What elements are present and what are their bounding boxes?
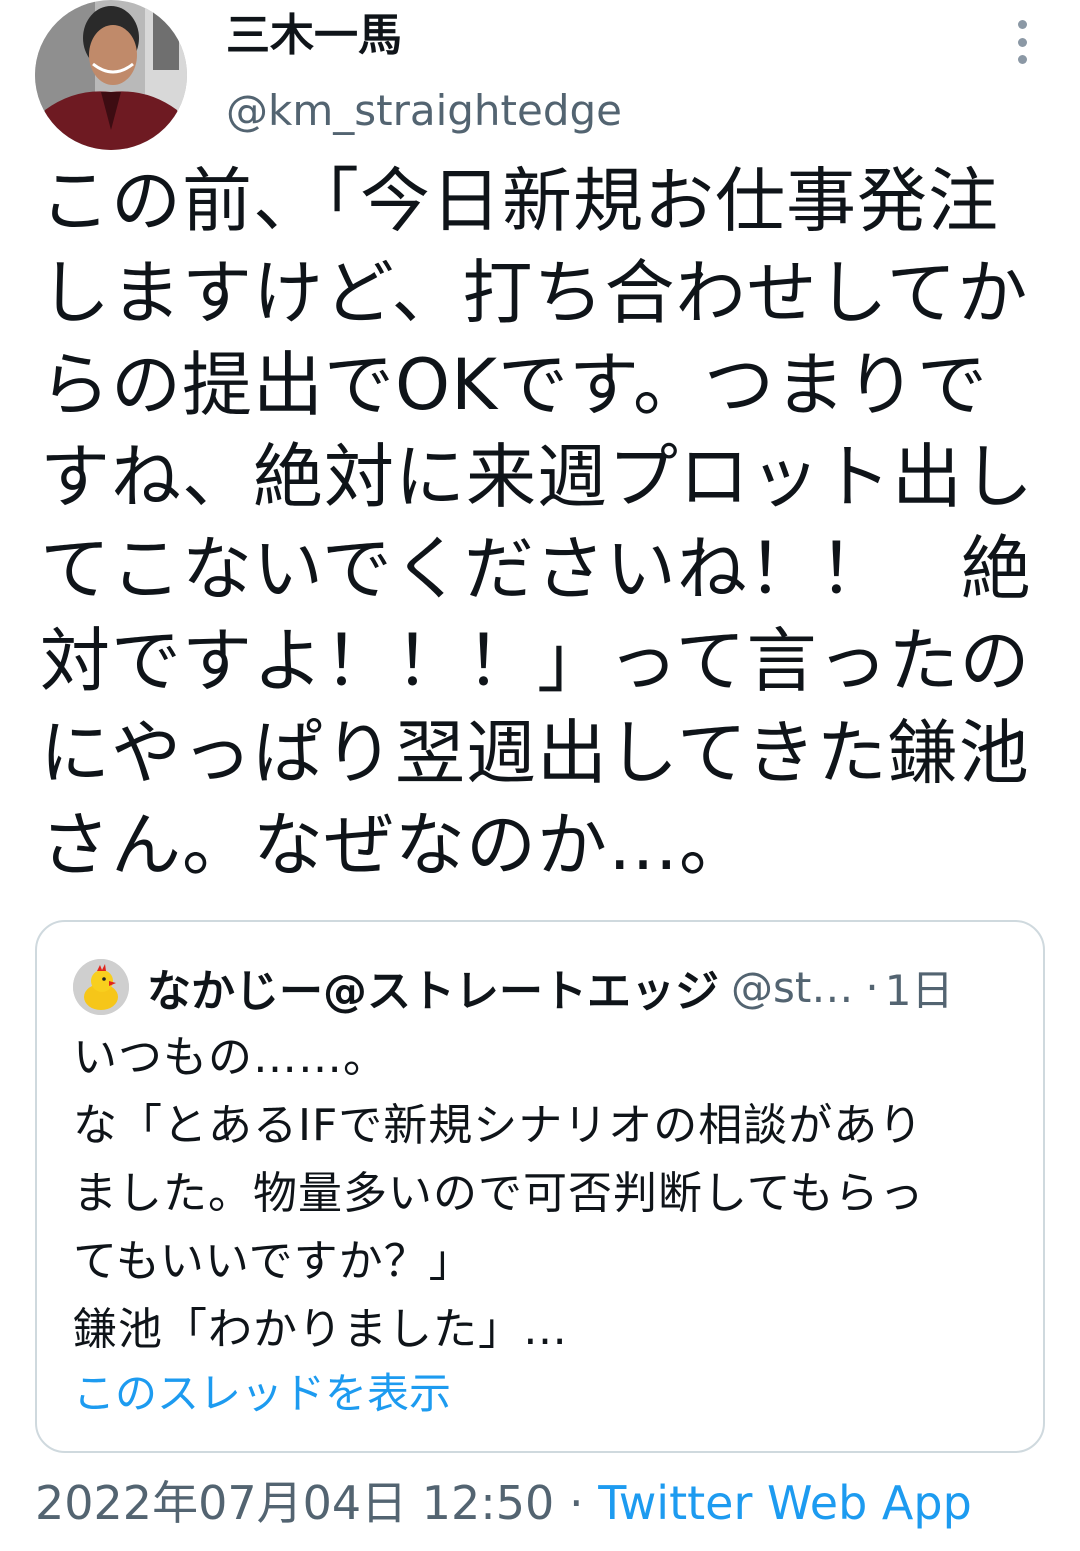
tweet-text-line: らの提出でOKです。つまりで bbox=[40, 344, 989, 426]
author-display-name[interactable]: 三木一馬 bbox=[226, 8, 402, 64]
tweet-text: この前、「今日新規お仕事発注 しますけど、打ち合わせしてか らの提出でOKです。… bbox=[40, 155, 1050, 891]
quoted-text-line: ました。物量多いので可否判断してもらっ bbox=[73, 1168, 925, 1219]
quoted-text-line: な「とあるIFで新規シナリオの相談があり bbox=[73, 1100, 924, 1151]
tweet-text-line: にやっぱり翌週出してきた鎌池 bbox=[40, 712, 1030, 794]
quoted-author-handle[interactable]: @st… bbox=[731, 963, 853, 1012]
more-dot bbox=[1017, 55, 1027, 64]
quoted-tweet-text: いつもの……。 な「とあるIFで新規シナリオの相談があり ました。物量多いので可… bbox=[73, 1024, 1023, 1364]
show-thread-link[interactable]: このスレッドを表示 bbox=[73, 1362, 451, 1426]
tweet-source-link[interactable]: Twitter Web App bbox=[598, 1476, 972, 1530]
tweet-text-line: すね、絶対に来週プロット出し bbox=[40, 436, 1034, 518]
quoted-text-line: てもいいですか？」 bbox=[73, 1236, 474, 1287]
tweet-text-line: この前、「今日新規お仕事発注 bbox=[40, 160, 999, 242]
quoted-tweet-header: なかじー@ストレートエッジ @st… · 1日 bbox=[73, 956, 1019, 1018]
quoted-author-display-name[interactable]: なかじー@ストレートエッジ bbox=[147, 955, 719, 1019]
quoted-header-separator: · bbox=[865, 962, 879, 1012]
tweet-text-line: しますけど、打ち合わせしてか bbox=[40, 252, 1029, 334]
tweet-text-line: さん。なぜなのか…。 bbox=[40, 804, 750, 886]
tweet-text-line: てこないでくださいね！！ 絶 bbox=[40, 528, 1032, 610]
tweet-metadata: 2022年07月04日 12:50 · Twitter Web App bbox=[35, 1472, 972, 1534]
author-avatar[interactable] bbox=[35, 0, 187, 150]
tweet-detail-page: 三木一馬 @km_straightedge この前、「今日新規お仕事発注 します… bbox=[0, 0, 1080, 1551]
quoted-text-line: 鎌池「わかりました」… bbox=[73, 1304, 568, 1355]
tweet-timestamp[interactable]: 2022年07月04日 12:50 bbox=[35, 1476, 554, 1530]
profile-photo bbox=[35, 0, 187, 150]
more-dot bbox=[1017, 37, 1027, 47]
more-dot bbox=[1017, 20, 1027, 29]
chick-toy-avatar bbox=[73, 959, 129, 1015]
tweet-text-line: 対ですよ！！！」って言ったの bbox=[40, 620, 1031, 702]
quoted-author-avatar[interactable] bbox=[73, 959, 129, 1015]
quoted-tweet-card[interactable]: なかじー@ストレートエッジ @st… · 1日 いつもの……。 な「とあるIFで… bbox=[35, 920, 1045, 1453]
quoted-tweet-time[interactable]: 1日 bbox=[885, 957, 954, 1018]
quoted-text-line: いつもの……。 bbox=[73, 1032, 388, 1083]
author-handle[interactable]: @km_straightedge bbox=[226, 84, 622, 138]
metadata-separator: · bbox=[554, 1476, 599, 1530]
more-vertical-icon[interactable] bbox=[1004, 20, 1040, 64]
